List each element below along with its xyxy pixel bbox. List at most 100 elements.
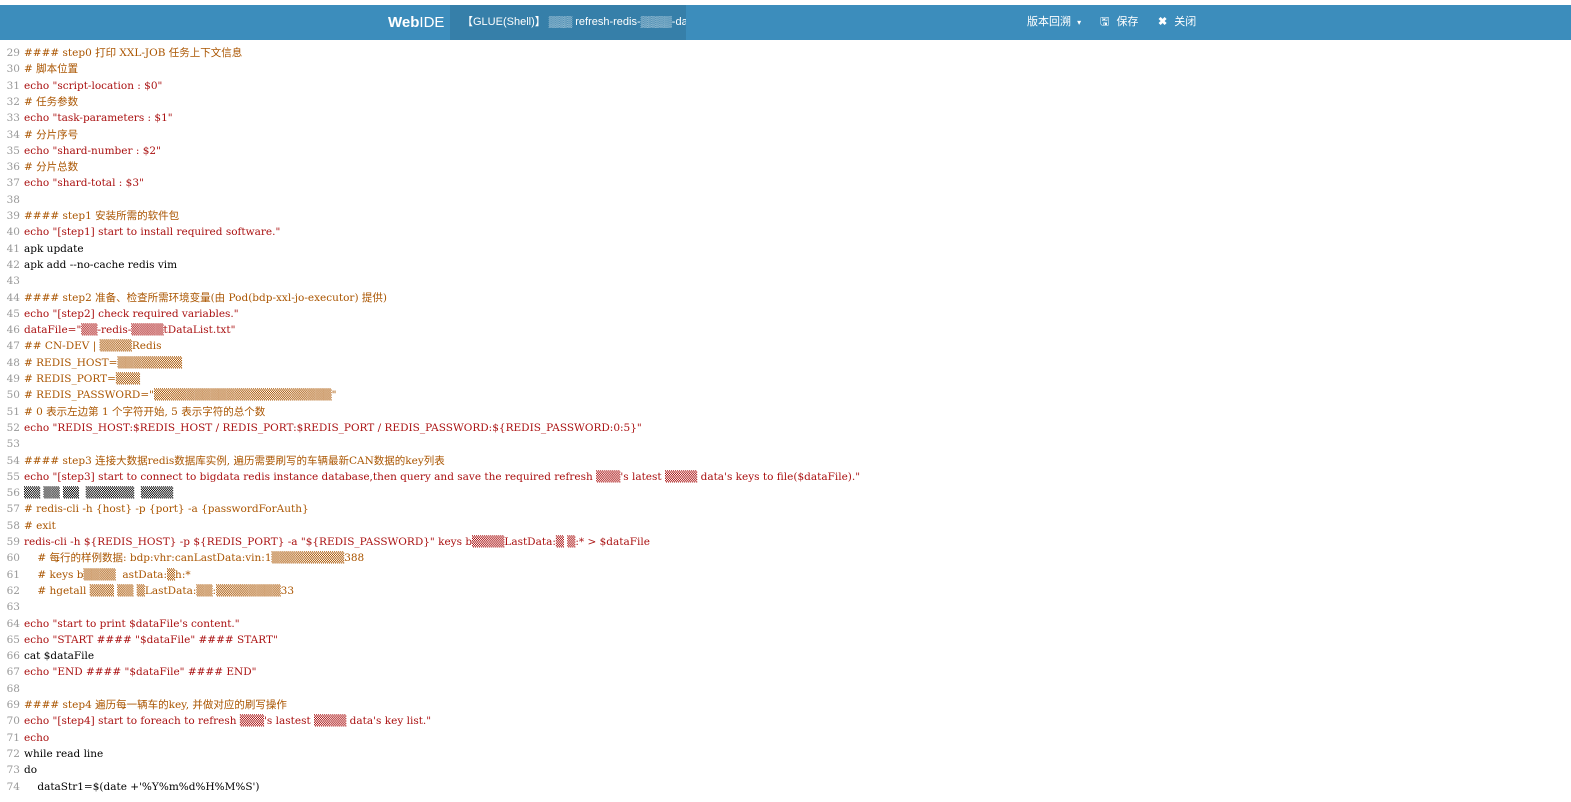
code-line[interactable]: 66 cat $dataFile [0,648,94,664]
code-line[interactable]: 31 echo "script-location : $0" [0,78,163,94]
code-line[interactable]: 52 echo "REDIS_HOST:$REDIS_HOST / REDIS_P… [0,420,642,436]
code-line[interactable]: 62 # hgetall ▒▒▒ ▒▒ ▒LastData:▒▒:▒▒▒▒▒▒▒… [0,583,294,599]
code-text: echo "shard-total : $3" [24,177,144,190]
code-line[interactable]: 65 echo "START #### "$dataFile" #### STAR… [0,632,278,648]
code-line[interactable]: 67 echo "END #### "$dataFile" #### END" [0,664,257,680]
code-line[interactable]: 49 # REDIS_PORT=▒▒▒ [0,371,141,387]
code-text: while read line [24,747,104,760]
code-line[interactable]: 56 ▒▒ ▒▒ ▒▒ ▒▒▒▒▒▒ ▒▒▒▒ [0,485,174,501]
save-button[interactable]: 🖫 保存 [1100,5,1138,40]
code-line[interactable]: 35 echo "shard-number : $2" [0,143,161,159]
line-number: 48 [6,356,20,369]
code-line[interactable]: 46 dataFile="▒▒-redis-▒▒▒▒tDataList.txt" [0,322,236,338]
code-line[interactable]: 58 # exit [0,518,56,534]
code-text: echo "START #### "$dataFile" #### START" [24,633,278,646]
code-text: # 每行的样例数据: bdp:vhr:canLastData:vin:1▒▒▒▒… [24,552,365,565]
code-editor[interactable]: 29 #### step0 打印 XXL-JOB 任务上下文信息 30 # 脚本位置 3… [0,42,1571,802]
code-line[interactable]: 55 echo "[step3] start to connect to bigd… [0,469,860,485]
code-line[interactable]: 59 redis-cli -h ${REDIS_HOST} -p ${REDIS_… [0,534,650,550]
line-number: 37 [6,177,20,190]
code-line[interactable]: 50 # REDIS_PASSWORD="▒▒▒▒▒▒▒▒▒▒▒▒▒▒▒▒▒▒▒▒… [0,387,337,403]
close-button[interactable]: ✖ 关闭 [1158,5,1196,40]
line-number: 70 [6,715,20,728]
line-number: 52 [6,421,20,434]
code-line[interactable]: 42 apk add --no-cache redis vim [0,257,177,273]
code-text: # 分片总数 [24,161,79,174]
code-text: echo "[step1] start to install required … [24,226,281,239]
line-number: 41 [6,242,20,255]
line-number: 31 [6,79,20,92]
save-icon: 🖫 [1100,16,1110,28]
code-line[interactable]: 40 echo "[step1] start to install require… [0,224,281,240]
code-text: ## CN-DEV | ▒▒▒▒Redis [24,340,162,353]
code-text: apk update [24,242,84,255]
code-text: echo "script-location : $0" [24,79,163,92]
code-text: echo "END #### "$dataFile" #### END" [24,666,257,679]
code-line[interactable]: 72 while read line [0,746,104,762]
code-line[interactable]: 71 echo [0,730,50,746]
code-line[interactable]: 73 do [0,762,37,778]
code-line[interactable]: 44 #### step2 准备、检查所需环境变量(由 Pod(bdp-xxl-j… [0,290,387,306]
line-number: 66 [6,650,20,663]
code-text: echo "shard-number : $2" [24,144,161,157]
code-line[interactable]: 41 apk update [0,241,84,257]
code-text: # 任务参数 [24,95,79,108]
code-line[interactable]: 70 echo "[step4] start to foreach to refr… [0,713,431,729]
code-text: echo "task-parameters : $1" [24,112,173,125]
line-number: 73 [6,764,20,777]
version-history-menu[interactable]: 版本回溯 ▾ [1027,5,1081,40]
code-line[interactable]: 36 # 分片总数 [0,159,79,175]
line-number: 47 [6,340,20,353]
webide-logo: WebIDE [388,5,444,40]
line-number: 49 [6,373,20,385]
code-line[interactable]: 33 echo "task-parameters : $1" [0,110,173,126]
save-label: 保存 [1116,16,1139,28]
code-line[interactable]: 43 [0,273,24,289]
line-number: 60 [6,552,20,565]
code-line[interactable]: 38 [0,192,24,208]
line-number: 72 [6,747,20,760]
code-line[interactable]: 68 [0,681,24,697]
code-line[interactable]: 39 #### step1 安装所需的软件包 [0,208,179,224]
code-line[interactable]: 54 #### step3 连接大数据redis数据库实例, 遍历需要刷写的车辆最… [0,453,445,469]
code-text: echo "[step4] start to foreach to refres… [24,715,432,728]
code-line[interactable]: 37 echo "shard-total : $3" [0,175,144,191]
chevron-down-icon: ▾ [1077,18,1082,27]
code-line[interactable]: 64 echo "start to print $dataFile's conte… [0,616,240,632]
code-text: # 分片序号 [24,128,79,141]
code-line[interactable]: 32 # 任务参数 [0,94,79,110]
code-line[interactable]: 29 #### step0 打印 XXL-JOB 任务上下文信息 [0,45,243,61]
code-text: #### step3 连接大数据redis数据库实例, 遍历需要刷写的车辆最新C… [24,454,445,467]
line-number: 50 [6,389,20,402]
line-number: 63 [6,601,20,614]
code-line[interactable]: 57 # redis-cli -h {host} -p {port} -a {pa… [0,501,309,517]
code-line[interactable]: 30 # 脚本位置 [0,61,79,77]
line-number: 71 [6,731,20,744]
code-text: dataStr1=$(date +'%Y%m%d%H%M%S') [24,780,260,793]
code-line[interactable]: 60 # 每行的样例数据: bdp:vhr:canLastData:vin:1▒… [0,550,365,566]
code-text: #### step1 安装所需的软件包 [24,210,180,222]
code-line[interactable]: 53 [0,436,24,452]
code-line[interactable]: 45 echo "[step2] check required variables… [0,306,239,322]
code-text: redis-cli -h ${REDIS_HOST} -p ${REDIS_PO… [24,536,650,548]
glue-script-tab[interactable]: 【GLUE(Shell)】 ▒▒▒ refresh-redis-▒▒▒▒-dat… [450,5,686,40]
code-text: cat $dataFile [24,650,95,663]
line-number: 36 [6,161,20,174]
code-line[interactable]: 51 # 0 表示左边第 1 个字符开始, 5 表示字符的总个数 [0,404,266,420]
code-line[interactable]: 69 #### step4 遍历每一辆车的key, 并做对应的刷写操作 [0,697,287,713]
line-number: 38 [6,193,20,206]
line-number: 34 [6,128,20,141]
code-line[interactable]: 48 # REDIS_HOST=▒▒▒▒▒▒▒▒ [0,355,182,371]
code-line[interactable]: 63 [0,599,24,615]
close-icon: ✖ [1158,16,1168,28]
code-line[interactable]: 34 # 分片序号 [0,127,79,143]
line-number: 62 [6,584,20,597]
code-line[interactable]: 61 # keys b▒▒▒▒ astData:▒h:* [0,567,191,583]
code-text: echo "REDIS_HOST:$REDIS_HOST / REDIS_POR… [24,421,642,434]
ide-header-bar: WebIDE 【GLUE(Shell)】 ▒▒▒ refresh-redis-▒… [0,5,1571,40]
code-text: #### step0 打印 XXL-JOB 任务上下文信息 [24,47,243,59]
line-number: 65 [6,633,20,646]
code-line[interactable]: 47 ## CN-DEV | ▒▒▒▒Redis [0,338,162,354]
code-line[interactable]: 74 dataStr1=$(date +'%Y%m%d%H%M%S') [0,779,260,795]
line-number: 74 [6,780,20,793]
